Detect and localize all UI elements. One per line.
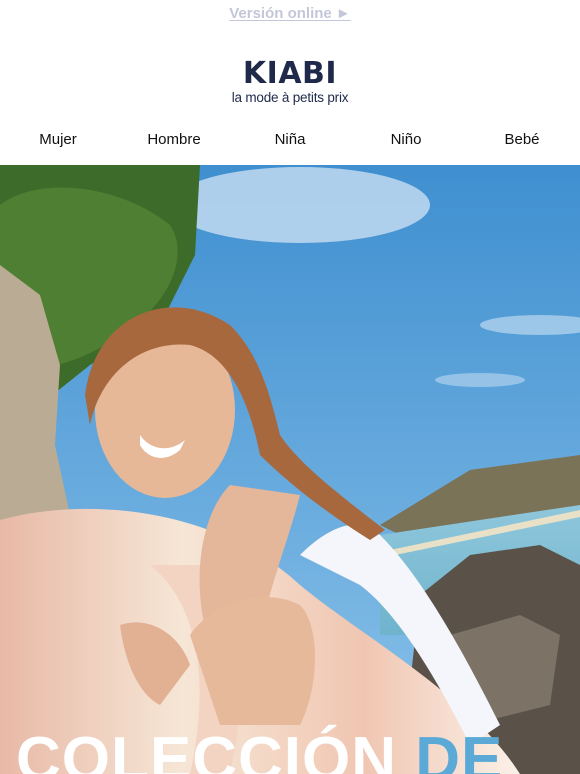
online-version-link[interactable]: Versión online ►	[229, 5, 351, 22]
category-nav: Mujer Hombre Niña Niño Bebé	[0, 126, 580, 154]
nav-item-bebe[interactable]: Bebé	[464, 126, 580, 154]
nav-item-nina[interactable]: Niña	[232, 126, 348, 154]
logo-tagline: la mode à petits prix	[231, 90, 349, 105]
kiabi-logo[interactable]: KIABI la mode à petits prix	[225, 58, 355, 106]
hero-title-word-2: DE	[415, 725, 504, 774]
hero-image	[0, 165, 580, 774]
nav-item-hombre[interactable]: Hombre	[116, 126, 232, 154]
hero-title: COLECCIÓN DE	[16, 725, 503, 774]
nav-item-mujer[interactable]: Mujer	[0, 126, 116, 154]
hero-title-word-1: COLECCIÓN	[16, 725, 397, 774]
top-bar: Versión online ►	[0, 0, 580, 26]
logo-brand: KIABI	[242, 56, 338, 91]
hero-banner[interactable]: COLECCIÓN DE	[0, 165, 580, 774]
nav-item-nino[interactable]: Niño	[348, 126, 464, 154]
